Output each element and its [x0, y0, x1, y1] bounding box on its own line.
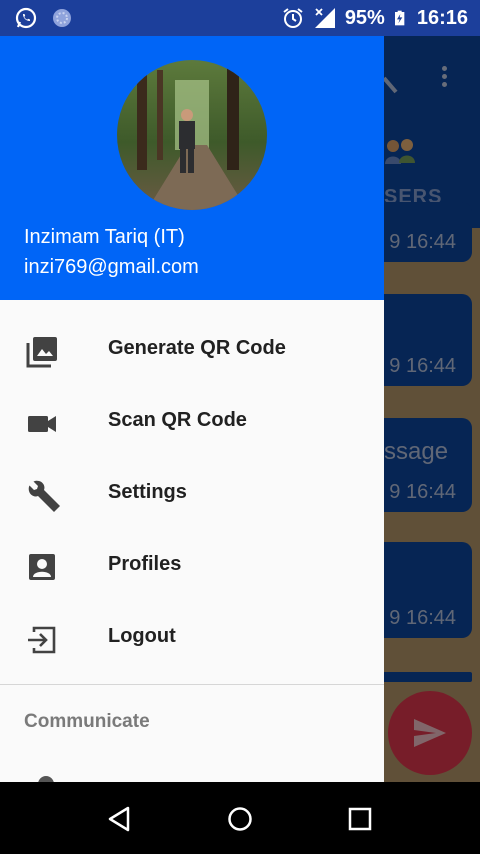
sync-icon: [53, 9, 71, 27]
menu-item-label: Logout: [108, 625, 176, 647]
battery-percent: 95%: [344, 6, 385, 29]
photo-library-icon: [26, 337, 57, 368]
videocam-icon: [28, 416, 56, 432]
exit-icon: [28, 626, 56, 654]
section-header-communicate: Communicate: [24, 711, 150, 732]
clock: 16:16: [416, 6, 468, 29]
alarm-icon: [283, 8, 303, 28]
avatar[interactable]: [117, 60, 267, 210]
back-icon[interactable]: [104, 804, 134, 834]
menu-item-logout[interactable]: Logout: [0, 600, 384, 672]
system-nav-bar: [0, 782, 480, 854]
user-name: Inzimam Tariq (IT): [24, 226, 185, 248]
wrench-icon: [28, 480, 60, 512]
menu-item-label: Generate QR Code: [108, 337, 286, 359]
menu-item-label: Scan QR Code: [108, 409, 247, 431]
menu-item-generate-qr-code[interactable]: Generate QR Code: [0, 312, 384, 384]
status-bar: 95% 16:16: [0, 0, 480, 36]
profile-photo: [117, 60, 267, 210]
user-email: inzi769@gmail.com: [24, 256, 199, 278]
menu-item-settings[interactable]: Settings: [0, 456, 384, 528]
menu-item-label: Profiles: [108, 553, 182, 575]
divider: [0, 684, 384, 685]
drawer-menu: Generate QR Code Scan QR Code Settings P…: [0, 312, 384, 672]
whatsapp-icon: [15, 7, 37, 29]
menu-item-profiles[interactable]: Profiles: [0, 528, 384, 600]
signal-off-icon: [314, 8, 335, 28]
navigation-drawer: Inzimam Tariq (IT) inzi769@gmail.com Gen…: [0, 36, 384, 782]
battery-charging-icon: [394, 10, 405, 26]
menu-item-label: Settings: [108, 481, 187, 503]
menu-item-scan-qr-code[interactable]: Scan QR Code: [0, 384, 384, 456]
account-box-icon: [29, 554, 55, 580]
home-icon[interactable]: [225, 804, 255, 834]
drawer-header: Inzimam Tariq (IT) inzi769@gmail.com: [0, 36, 384, 300]
recents-icon[interactable]: [345, 804, 375, 834]
